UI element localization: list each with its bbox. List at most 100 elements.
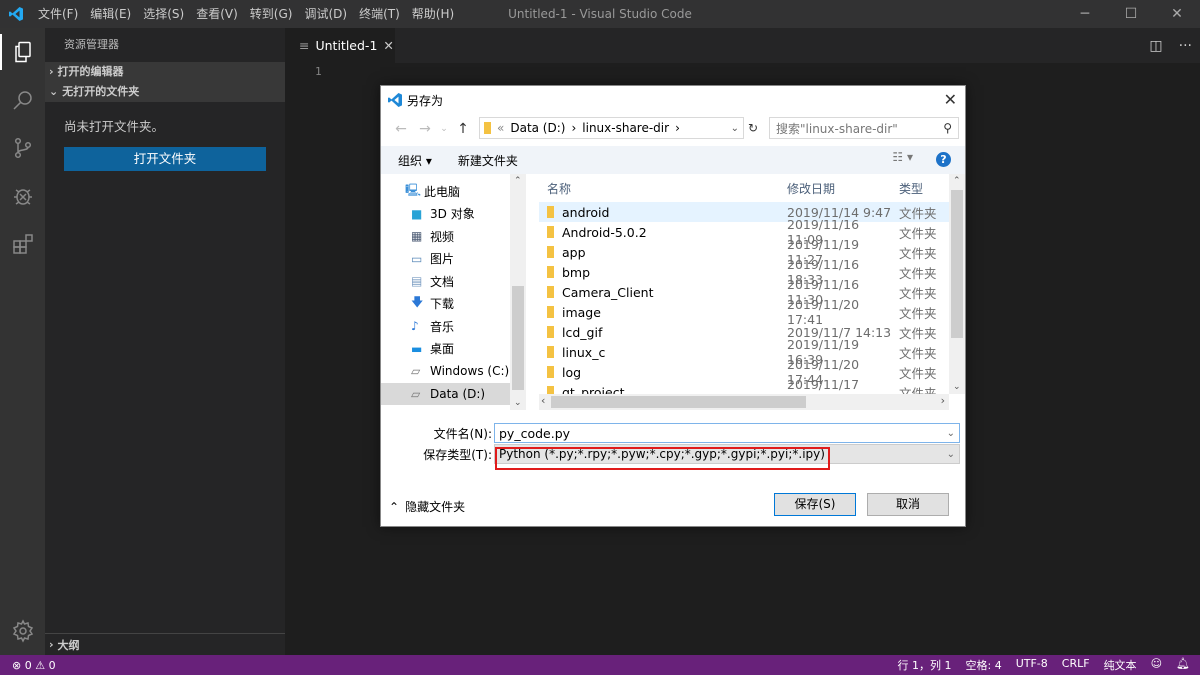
feedback-icon[interactable]: ☺ <box>1151 657 1162 673</box>
up-button[interactable]: ↑ <box>453 121 473 137</box>
activity-explorer[interactable] <box>0 28 45 76</box>
chevron-down-icon[interactable]: ⌄ <box>947 449 955 460</box>
refresh-button[interactable]: ↻ <box>741 117 765 139</box>
notifications-icon[interactable]: 🔔︎ <box>1176 657 1190 673</box>
scroll-down-icon[interactable]: ⌄ <box>514 398 522 408</box>
menu-debug[interactable]: 调试(D) <box>298 0 353 28</box>
error-icon: ⊗ <box>12 658 22 672</box>
split-editor-icon[interactable]: ◫ <box>1149 38 1162 54</box>
nav-scroll-thumb[interactable] <box>512 286 524 390</box>
dialog-title: 另存为 <box>407 93 444 108</box>
search-input[interactable]: 搜索"linux-share-dir" ⚲ <box>769 117 959 139</box>
minimize-icon: ─ <box>1080 6 1090 22</box>
nav-item[interactable]: ▤ 文档 <box>381 270 525 293</box>
nav-item[interactable]: ♪ 音乐 <box>381 315 525 338</box>
chevron-right-icon: › <box>49 65 54 78</box>
menu-selection[interactable]: 选择(S) <box>137 0 190 28</box>
file-type: 文件夹 <box>899 285 937 301</box>
hscroll-thumb[interactable] <box>551 396 806 408</box>
activity-settings[interactable] <box>0 607 45 655</box>
nav-item[interactable]: 🡇 下载 <box>381 293 525 316</box>
open-folder-button[interactable]: 打开文件夹 <box>64 147 266 171</box>
back-button[interactable]: ← <box>391 121 411 137</box>
column-name[interactable]: 名称 <box>539 180 783 197</box>
breadcrumb-linux-share-dir[interactable]: linux-share-dir <box>582 121 669 135</box>
menu-view[interactable]: 查看(V) <box>190 0 244 28</box>
tab-label: Untitled-1 <box>315 38 378 53</box>
close-window-button[interactable]: ✕ <box>1154 0 1200 28</box>
problems-indicator[interactable]: ⊗ 0 ⚠ 0 <box>12 659 56 672</box>
forward-button[interactable]: → <box>415 121 435 137</box>
column-type[interactable]: 类型 <box>895 180 949 197</box>
new-folder-button[interactable]: 新建文件夹 <box>432 152 518 169</box>
cursor-position[interactable]: 行 1，列 1 <box>898 657 952 673</box>
file-name-cell: linux_c <box>539 345 783 360</box>
maximize-button[interactable]: ☐ <box>1108 0 1154 28</box>
address-bar[interactable]: « Data (D:) › linux-share-dir › ⌄ <box>479 117 744 139</box>
nav-item[interactable]: 🖳 此电脑 <box>381 180 525 203</box>
file-type: 文件夹 <box>899 265 937 281</box>
activity-debug[interactable] <box>0 172 45 220</box>
save-button[interactable]: 保存(S) <box>774 493 856 516</box>
file-list-scrollbar[interactable]: ⌃ ⌄ <box>949 174 965 394</box>
nav-item[interactable]: ▱ Data (D:) <box>381 382 525 405</box>
nav-item[interactable]: ▭ 图片 <box>381 248 525 271</box>
title-bar: 文件(F) 编辑(E) 选择(S) 查看(V) 转到(G) 调试(D) 终端(T… <box>0 0 1200 28</box>
hide-folders-toggle[interactable]: ⌃ 隐藏文件夹 <box>389 498 465 515</box>
language-mode[interactable]: 纯文本 <box>1104 657 1137 673</box>
view-options-icon[interactable]: ☷ ▾ <box>892 150 913 164</box>
address-dropdown-icon[interactable]: ⌄ <box>731 123 739 134</box>
encoding[interactable]: UTF-8 <box>1016 657 1048 673</box>
dialog-close-button[interactable]: ✕ <box>944 90 957 109</box>
cancel-button[interactable]: 取消 <box>867 493 949 516</box>
menu-go[interactable]: 转到(G) <box>244 0 299 28</box>
file-type: 文件夹 <box>899 305 937 321</box>
menu-terminal[interactable]: 终端(T) <box>353 0 406 28</box>
file-scroll-thumb[interactable] <box>951 190 963 338</box>
minimize-button[interactable]: ─ <box>1062 0 1108 28</box>
filename-input[interactable]: py_code.py ⌄ <box>494 423 960 443</box>
section-outline[interactable]: › 大纲 <box>45 633 285 655</box>
tab-untitled-1[interactable]: ≡ Untitled-1 ✕ <box>285 28 395 63</box>
nav-item[interactable]: ▱ Windows (C:) <box>381 360 525 383</box>
chevron-down-icon[interactable]: ⌄ <box>947 428 955 439</box>
file-name-cell: bmp <box>539 265 783 280</box>
file-row[interactable]: image 2019/11/20 17:41 文件夹 <box>539 297 949 327</box>
file-name-cell: lcd_gif <box>539 325 783 340</box>
line-ending[interactable]: CRLF <box>1062 657 1090 673</box>
scroll-left-icon[interactable]: ‹ <box>541 394 545 407</box>
file-type: 文件夹 <box>899 225 937 241</box>
section-open-editors[interactable]: › 打开的编辑器 <box>45 62 285 82</box>
help-icon[interactable]: ? <box>936 152 951 167</box>
close-tab-icon[interactable]: ✕ <box>383 38 393 53</box>
nav-item-label: 音乐 <box>430 319 455 334</box>
filetype-label: 保存类型(T): <box>423 447 492 462</box>
recent-locations-button[interactable]: ⌄ <box>439 124 449 134</box>
scroll-down-icon[interactable]: ⌄ <box>953 382 961 392</box>
activity-extensions[interactable] <box>0 220 45 268</box>
download-icon: 🡇 <box>411 295 424 310</box>
nav-item[interactable]: ▦ 视频 <box>381 225 525 248</box>
pc-icon: 🖳 <box>405 182 422 197</box>
activity-search[interactable] <box>0 76 45 124</box>
scroll-right-icon[interactable]: › <box>941 394 945 407</box>
scroll-up-icon[interactable]: ⌃ <box>953 176 961 186</box>
tab-bar: ≡ Untitled-1 ✕ ◫ ··· <box>285 28 1200 63</box>
no-folder-message: 尚未打开文件夹。 <box>64 119 165 134</box>
nav-scrollbar[interactable]: ⌃ ⌄ <box>510 174 526 410</box>
more-actions-icon[interactable]: ··· <box>1179 38 1192 54</box>
activity-source-control[interactable] <box>0 124 45 172</box>
organize-button[interactable]: 组织 ▾ <box>381 152 432 169</box>
breadcrumb-data-d[interactable]: Data (D:) <box>510 121 565 135</box>
section-label: 无打开的文件夹 <box>62 85 140 98</box>
column-date[interactable]: 修改日期 <box>783 180 895 197</box>
scroll-up-icon[interactable]: ⌃ <box>514 176 522 186</box>
menu-file[interactable]: 文件(F) <box>32 0 84 28</box>
menu-edit[interactable]: 编辑(E) <box>84 0 137 28</box>
file-list-hscrollbar[interactable]: ‹ › <box>539 394 949 410</box>
indentation[interactable]: 空格: 4 <box>966 657 1002 673</box>
nav-item[interactable]: ▬ 桌面 <box>381 338 525 361</box>
nav-item[interactable]: ■ 3D 对象 <box>381 203 525 226</box>
section-no-folder[interactable]: ⌄ 无打开的文件夹 <box>45 82 285 102</box>
menu-help[interactable]: 帮助(H) <box>406 0 460 28</box>
